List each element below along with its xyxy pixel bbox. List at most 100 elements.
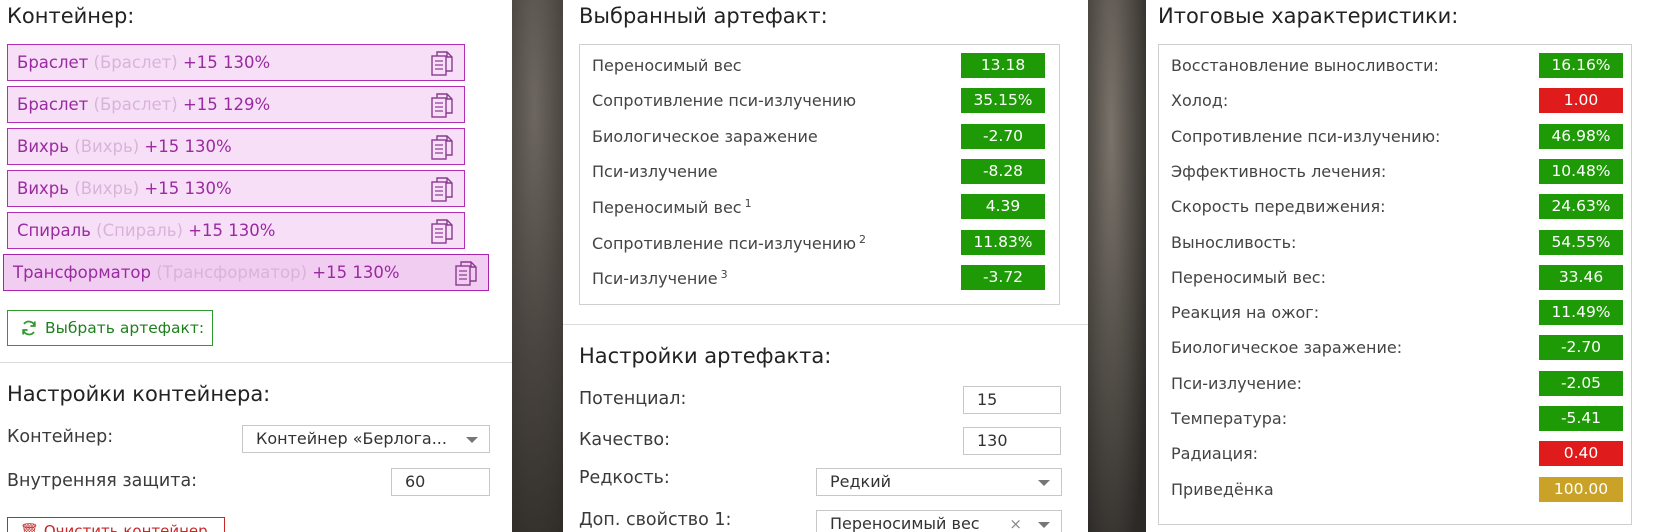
stat-row: Эффективность лечения: 10.48% — [1159, 158, 1631, 185]
stat-row: Сопротивление пси-излучению 35.15% — [580, 88, 1059, 114]
clear-icon[interactable]: × — [1009, 511, 1022, 532]
protection-label: Внутренняя защита: — [7, 471, 198, 491]
container-item[interactable]: Спираль (Спираль) +15 130% — [7, 212, 465, 249]
item-name: Вихрь — [17, 179, 70, 198]
stat-label: Скорость передвижения: — [1171, 197, 1386, 216]
item-level: +15 130% — [188, 221, 276, 240]
stat-row: Переносимый вес 13.18 — [580, 53, 1059, 79]
stat-value-badge: -8.28 — [961, 158, 1045, 184]
copy-icon[interactable] — [431, 177, 453, 203]
item-level: +15 130% — [144, 179, 232, 198]
item-name: Вихрь — [17, 137, 70, 156]
stat-label: Холод: — [1171, 91, 1228, 110]
stat-label-text: Биологическое заражение — [592, 126, 818, 146]
stat-row: Биологическое заражение -2.70 — [580, 123, 1059, 150]
item-subname: (Спираль) — [96, 221, 183, 240]
container-select[interactable]: Контейнер «Берлога... — [242, 425, 490, 453]
container-item[interactable]: Трансформатор (Трансформатор) +15 130% — [3, 254, 489, 291]
stat-label-text: Выносливость: — [1171, 232, 1297, 252]
rarity-label: Редкость: — [579, 468, 670, 488]
copy-icon[interactable] — [431, 219, 453, 245]
copy-icon[interactable] — [431, 93, 453, 119]
stat-value-badge: 24.63% — [1539, 194, 1623, 220]
item-subname: (Трансформатор) — [156, 263, 308, 282]
stat-value-badge: 4.39 — [961, 194, 1045, 220]
item-name: Браслет — [17, 95, 89, 114]
copy-icon[interactable] — [431, 51, 453, 77]
quality-input[interactable]: 130 — [963, 427, 1061, 455]
item-subname: (Браслет) — [93, 53, 178, 72]
stat-label: Восстановление выносливости: — [1171, 56, 1439, 75]
stat-label-text: Сопротивление пси-излучению — [592, 233, 857, 253]
chevron-down-icon — [466, 437, 478, 443]
stat-label-text: Переносимый вес — [592, 198, 742, 218]
stat-row: Скорость передвижения: 24.63% — [1159, 194, 1631, 220]
item-subname: (Вихрь) — [74, 179, 140, 198]
stat-label-text: Реакция на ожог: — [1171, 303, 1320, 323]
stat-label-text: Холод: — [1171, 91, 1229, 111]
item-subname: (Браслет) — [93, 95, 178, 114]
choose-artifact-button[interactable]: Выбрать артефакт: — [7, 310, 213, 346]
divider — [0, 362, 512, 363]
selected-artifact-stats: Переносимый вес 13.18 Сопротивление пси-из… — [579, 44, 1060, 305]
potential-input[interactable]: 15 — [963, 386, 1061, 414]
item-level: +15 130% — [182, 53, 271, 72]
stat-value-badge: 0.40 — [1539, 441, 1623, 467]
stat-row: Холод: 1.00 — [1159, 88, 1631, 114]
choose-artifact-label: Выбрать артефакт: — [45, 319, 205, 337]
copy-icon[interactable] — [455, 261, 477, 287]
protection-input[interactable]: 60 — [391, 468, 490, 496]
stat-label: Сопротивление пси-излучению: — [1171, 127, 1440, 146]
total-stats-table: Восстановление выносливости: 16.16% Холод:… — [1158, 44, 1632, 525]
clear-container-button[interactable]: 🗑 Очистить контейнер — [7, 517, 225, 532]
divider — [563, 324, 1088, 325]
stat-label-text: Сопротивление пси-излучению — [592, 91, 857, 111]
stat-value-badge: 11.83% — [961, 229, 1045, 255]
stat-row: Реакция на ожог: 11.49% — [1159, 300, 1631, 326]
stat-label: Эффективность лечения: — [1171, 162, 1386, 181]
stat-value-badge: -2.05 — [1539, 370, 1623, 396]
stat-label: Температура: — [1171, 409, 1287, 428]
stat-value-badge: 1.00 — [1539, 88, 1623, 114]
rarity-select[interactable]: Редкий — [816, 468, 1062, 496]
stat-row: Биологическое заражение: -2.70 — [1159, 335, 1631, 361]
stat-label-text: Температура: — [1171, 409, 1288, 428]
quality-label: Качество: — [579, 430, 670, 450]
item-subname: (Вихрь) — [74, 137, 140, 156]
stat-row: Пси-излучение: -2.05 — [1159, 370, 1631, 397]
stat-row: Пси-излучение 3 -3.72 — [580, 264, 1059, 291]
extra-property-label: Доп. свойство 1: — [579, 510, 732, 530]
stat-label: Биологическое заражение: — [1171, 338, 1402, 357]
refresh-icon — [22, 320, 36, 336]
stat-row: Восстановление выносливости: 16.16% — [1159, 53, 1631, 79]
stat-row: Выносливость: 54.55% — [1159, 229, 1631, 256]
stat-label-text: Сопротивление пси-излучению: — [1171, 126, 1441, 146]
stat-label: Пси-излучение 3 — [592, 268, 728, 288]
container-item[interactable]: Вихрь (Вихрь) +15 130% — [7, 170, 465, 207]
stat-row: Переносимый вес 1 4.39 — [580, 194, 1059, 220]
copy-icon[interactable] — [431, 135, 453, 161]
container-item[interactable]: Вихрь (Вихрь) +15 130% — [7, 128, 465, 165]
stat-label: Пси-излучение: — [1171, 374, 1302, 393]
stat-label: Сопротивление пси-излучению — [592, 91, 856, 110]
clear-container-label: Очистить контейнер — [43, 522, 208, 532]
stat-label-text: Приведёнка — [1171, 479, 1274, 499]
stat-label-text: Биологическое заражение: — [1171, 338, 1403, 358]
stat-label-text: Восстановление выносливости: — [1171, 56, 1439, 75]
selected-artifact-title: Выбранный артефакт: — [579, 4, 828, 28]
stat-label: Приведёнка — [1171, 480, 1274, 499]
container-item[interactable]: Браслет (Браслет) +15 129% — [7, 86, 465, 123]
stat-value-badge: -5.41 — [1539, 406, 1623, 431]
extra-property-select[interactable]: Переносимый вес × — [816, 510, 1062, 532]
stat-label: Радиация: — [1171, 444, 1258, 463]
container-item[interactable]: Браслет (Браслет) +15 130% — [7, 44, 465, 81]
stat-value-badge: 10.48% — [1539, 158, 1623, 184]
item-level: +15 129% — [182, 95, 271, 114]
container-title: Контейнер: — [7, 4, 135, 28]
stat-label-text: Пси-излучение: — [1171, 373, 1302, 393]
chevron-down-icon — [1038, 480, 1050, 486]
item-name: Спираль — [17, 221, 91, 240]
footnote-marker: 1 — [744, 197, 752, 211]
stat-row: Переносимый вес: 33.46 — [1159, 264, 1631, 291]
stat-row: Сопротивление пси-излучению 2 11.83% — [580, 229, 1059, 256]
